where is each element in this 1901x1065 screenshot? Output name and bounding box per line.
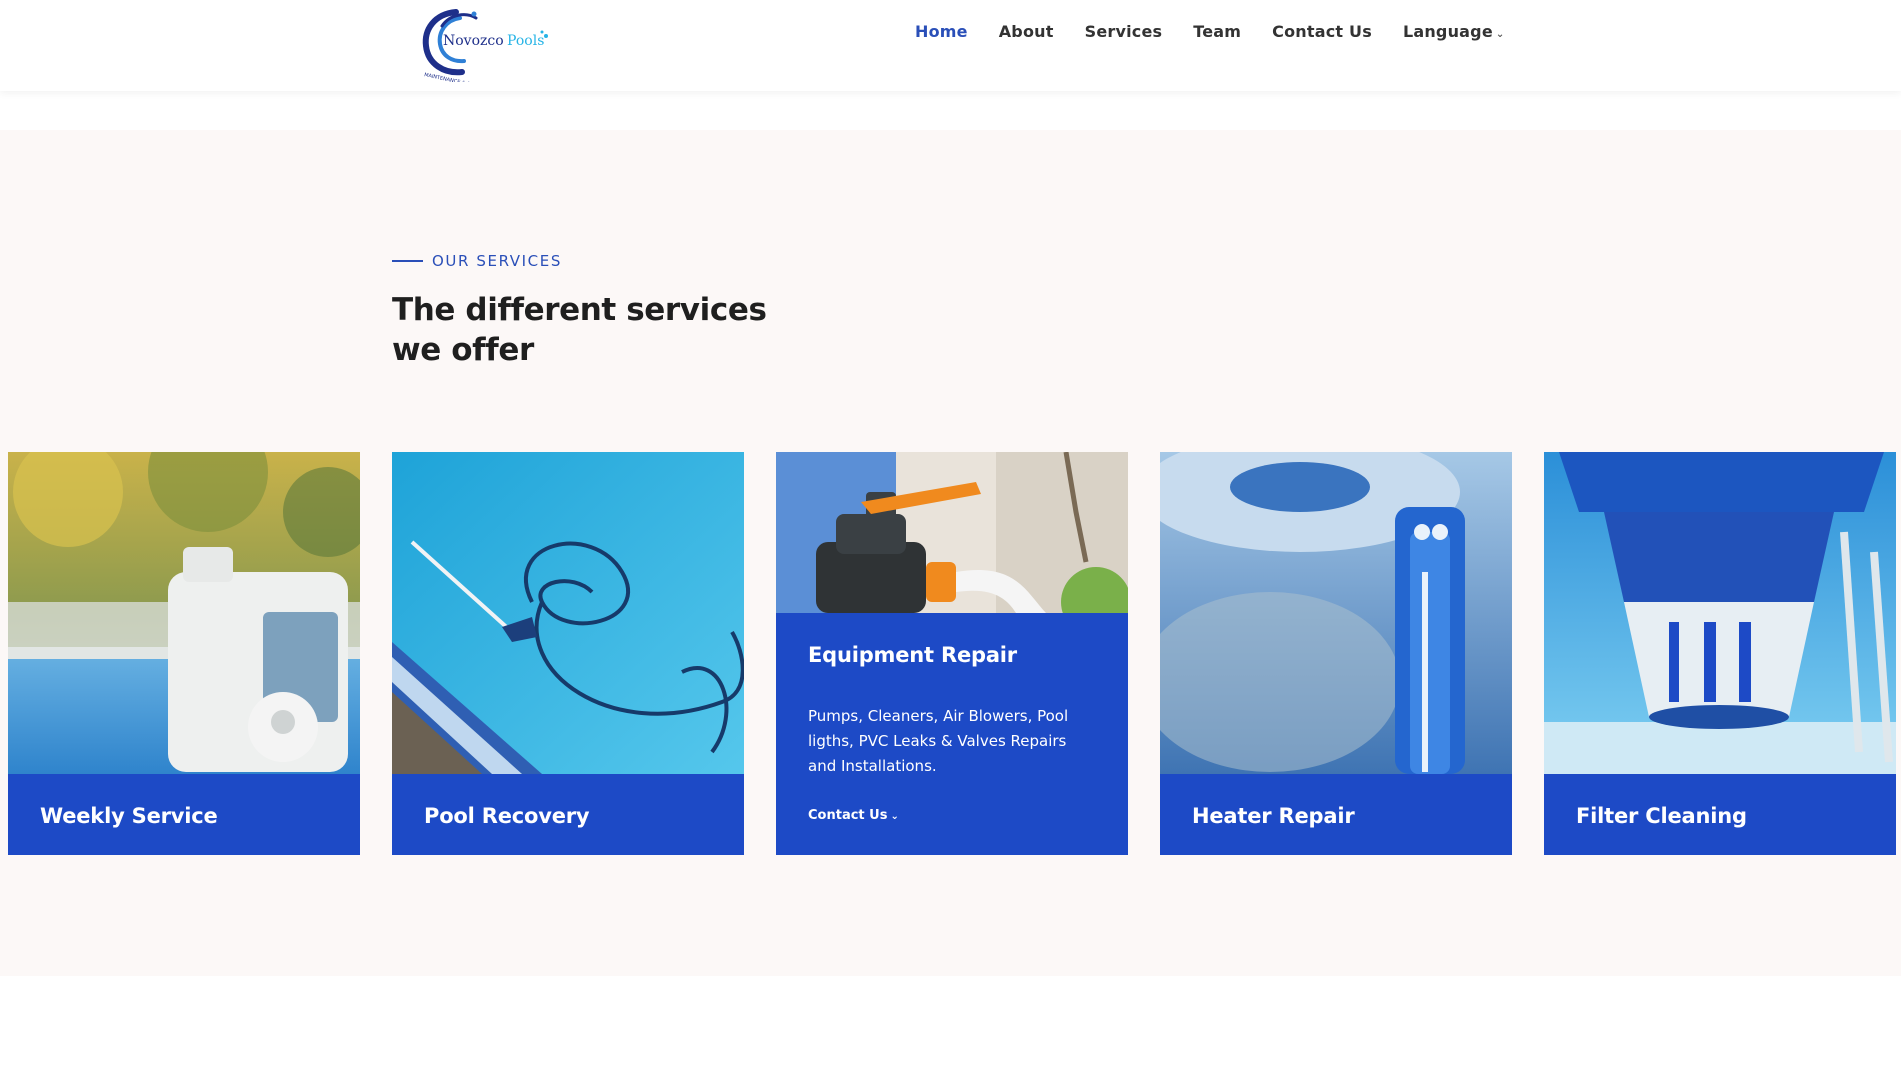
card-label-bar: Heater Repair <box>1160 774 1512 855</box>
card-title: Weekly Service <box>40 804 218 828</box>
main-nav: Home About Services Team Contact Us Lang… <box>915 22 1504 41</box>
nav-services[interactable]: Services <box>1085 22 1163 41</box>
contact-us-link-label: Contact Us <box>808 808 888 823</box>
card-description: Pumps, Cleaners, Air Blowers, Pool ligth… <box>808 707 1069 775</box>
equipment-repair-panel: Equipment Repair Pumps, Cleaners, Air Bl… <box>776 613 1128 855</box>
service-card-pool-recovery[interactable]: Pool Recovery <box>392 452 744 855</box>
weekly-service-image <box>8 452 360 774</box>
heater-repair-image <box>1160 452 1512 774</box>
card-title: Equipment Repair <box>808 643 1017 667</box>
nav-about[interactable]: About <box>999 22 1054 41</box>
contact-us-link[interactable]: Contact Us ⌄ <box>808 808 899 823</box>
card-label-bar: Pool Recovery <box>392 774 744 855</box>
card-label-bar: Filter Cleaning <box>1544 774 1896 855</box>
nav-contact[interactable]: Contact Us <box>1272 22 1372 41</box>
chevron-down-icon: ⌄ <box>890 811 899 822</box>
service-card-filter-cleaning[interactable]: Filter Cleaning <box>1544 452 1896 855</box>
brand-logo[interactable]: Novozco Pools MAINTENANCE & REPAIR <box>416 4 552 82</box>
filter-cleaning-image <box>1544 452 1896 774</box>
service-card-equipment-repair[interactable]: Equipment Repair Pumps, Cleaners, Air Bl… <box>776 452 1128 855</box>
nav-home[interactable]: Home <box>915 22 968 41</box>
chevron-down-icon: ⌄ <box>1495 29 1505 40</box>
nav-team[interactable]: Team <box>1193 22 1241 41</box>
site-header: Novozco Pools MAINTENANCE & REPAIR Home … <box>0 0 1901 91</box>
svg-text:Pools: Pools <box>507 33 544 49</box>
pool-recovery-image <box>392 452 744 774</box>
card-title: Heater Repair <box>1192 804 1355 828</box>
section-title: The different services we offer <box>392 292 767 368</box>
card-label-bar: Weekly Service <box>8 774 360 855</box>
section-eyebrow: OUR SERVICES <box>392 252 562 270</box>
nav-language-dropdown[interactable]: Language ⌄ <box>1403 22 1505 41</box>
nav-language-label: Language <box>1402 22 1493 41</box>
eyebrow-text: OUR SERVICES <box>432 252 562 270</box>
service-card-heater-repair[interactable]: Heater Repair <box>1160 452 1512 855</box>
card-title: Pool Recovery <box>424 804 590 828</box>
service-card-weekly[interactable]: Weekly Service <box>8 452 360 855</box>
equipment-repair-image <box>776 452 1128 613</box>
card-title: Filter Cleaning <box>1576 804 1747 828</box>
logo-icon: Novozco Pools MAINTENANCE & REPAIR <box>422 9 548 82</box>
eyebrow-divider <box>392 260 423 262</box>
services-section: OUR SERVICES The different services we o… <box>0 130 1901 976</box>
brand-name: Novozco <box>443 33 504 49</box>
